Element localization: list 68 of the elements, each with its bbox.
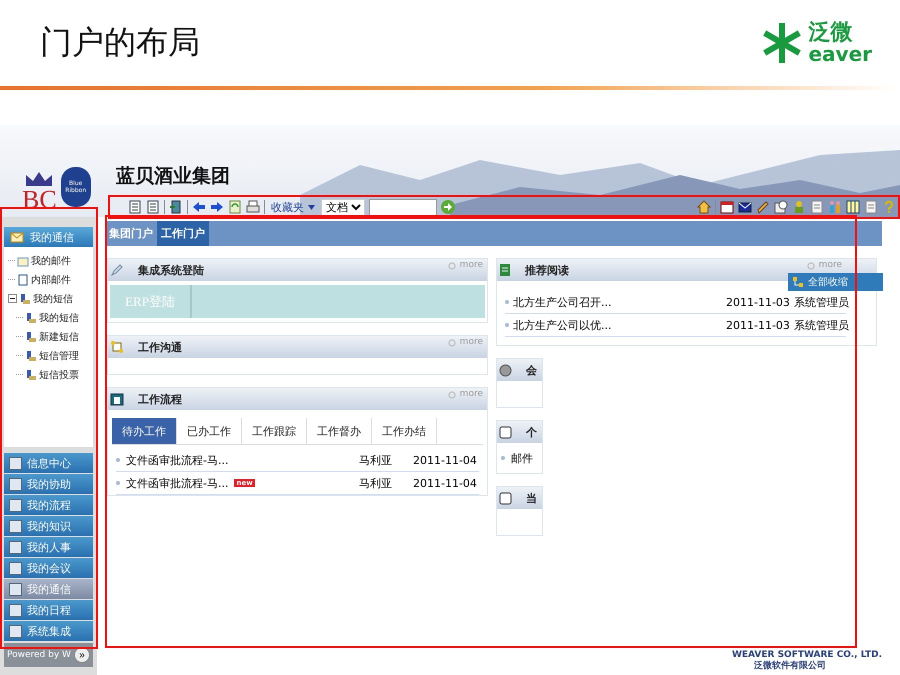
panel-title: 工作沟通 — [138, 340, 182, 354]
print-icon[interactable] — [246, 200, 260, 214]
company-name: 蓝贝酒业集团 — [115, 165, 231, 189]
sidebar-menu-item[interactable]: 系统集成 — [4, 621, 93, 641]
favorites-button[interactable]: 收藏夹 — [269, 199, 317, 215]
workflow-tab[interactable]: 待办工作 — [112, 418, 177, 444]
date-text: 2011-11-04 — [413, 476, 478, 490]
list-icon[interactable] — [810, 200, 824, 214]
tree-item[interactable]: 新建短信 — [39, 330, 79, 344]
workflow-title-link[interactable]: 文件函审批流程-马... — [126, 452, 228, 468]
news-title-link[interactable]: 北方生产公司以优... — [513, 318, 612, 332]
tree-item[interactable]: 短信投票 — [39, 368, 79, 382]
caret-icon — [308, 204, 315, 210]
tree-item[interactable]: 我的短信 — [39, 310, 79, 324]
logo-subtext: eaver — [808, 44, 872, 64]
spreadsheet-icon — [499, 263, 511, 277]
panel-title: 会 — [526, 362, 537, 378]
panel-title: 推荐阅读 — [525, 262, 569, 278]
sidebar-menu-item[interactable]: 我的人事 — [4, 537, 93, 557]
sidebar-header-label: 我的通信 — [30, 230, 74, 244]
mail-link[interactable]: 邮件 — [511, 450, 533, 466]
tree-item[interactable]: 我的邮件 — [31, 254, 71, 268]
date-text: 2011-11-04 — [413, 454, 478, 466]
search-field[interactable] — [369, 198, 437, 216]
company-english-name: WEAVER SOFTWARE CO., LTD. — [732, 650, 882, 660]
door-icon[interactable] — [169, 200, 183, 214]
sidebar-menu-item[interactable]: 我的知识 — [4, 516, 93, 536]
author-text: 马利亚 — [359, 476, 393, 490]
refresh-icon[interactable] — [228, 200, 242, 214]
sidebar-menu-item[interactable]: 我的协助 — [4, 474, 93, 494]
search-type-select[interactable]: 文档 — [321, 198, 365, 216]
sidebar-menu-item[interactable]: 我的流程 — [4, 495, 93, 515]
pencil-icon[interactable] — [756, 200, 770, 214]
powered-by-text: Powered by W — [7, 650, 71, 660]
panel-title: 工作流程 — [138, 392, 182, 406]
tree-item[interactable]: 短信管理 — [39, 348, 79, 362]
news-title-link[interactable]: 北方生产公司召开... — [513, 294, 612, 310]
pen-icon — [110, 263, 124, 277]
date-text: 2011-11-03 — [726, 318, 790, 332]
forward-icon[interactable] — [210, 200, 224, 214]
home-icon[interactable] — [697, 200, 711, 214]
company-chinese-name: 泛微软件有限公司 — [754, 661, 826, 672]
tree-toggle-icon[interactable] — [8, 294, 17, 303]
tree-nodes-icon — [792, 276, 804, 288]
logo-wordmark: 泛微 — [808, 22, 854, 44]
panel-icon[interactable] — [128, 200, 142, 214]
sidebar-menu-item[interactable]: 我的日程 — [4, 600, 93, 620]
portal-tab[interactable]: 工作门户 — [157, 221, 209, 246]
date-text: 2011-11-03 — [726, 296, 790, 308]
panel-title: 当 — [526, 490, 537, 506]
columns-icon[interactable] — [846, 200, 860, 214]
panel-title: 个 — [526, 424, 537, 440]
context-menu-item[interactable]: 全部收缩 — [788, 273, 883, 291]
panel-icon[interactable] — [146, 200, 160, 214]
author-text: 马利亚 — [359, 452, 393, 468]
workflow-title-link[interactable]: 文件函审批流程-马... — [126, 476, 228, 490]
mail-icon[interactable] — [738, 200, 752, 214]
tree-item[interactable]: 内部邮件 — [31, 272, 71, 286]
panel-title: 集成系统登陆 — [138, 262, 204, 278]
calendar-icon[interactable] — [720, 200, 734, 214]
sidebar-menu-item[interactable]: 我的会议 — [4, 558, 93, 578]
document-icon — [17, 274, 29, 286]
sidebar-menu-item[interactable]: 信息中心 — [4, 453, 93, 473]
book-icon — [110, 392, 124, 406]
tree-item[interactable]: 我的短信 — [33, 292, 73, 306]
slide-title: 门户的布局 — [40, 22, 200, 63]
back-icon[interactable] — [192, 200, 206, 214]
sidebar-header[interactable]: 我的通信 — [4, 227, 93, 247]
